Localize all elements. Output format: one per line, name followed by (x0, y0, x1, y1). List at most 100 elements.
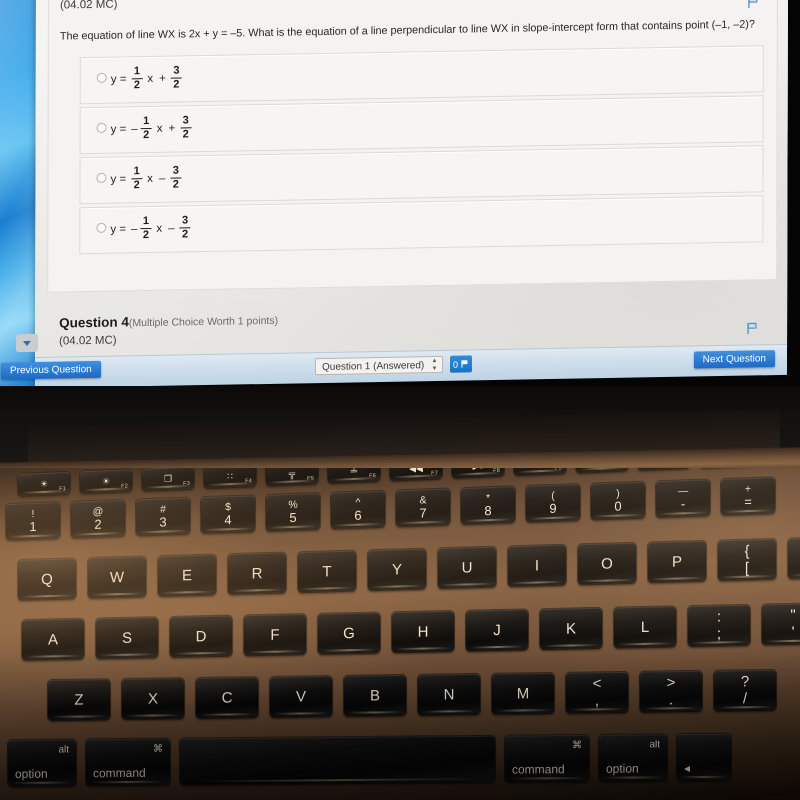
key-a[interactable]: A (22, 618, 84, 660)
answer-option-4[interactable]: y = –1 2 x –3 2 (79, 195, 764, 255)
key-f3[interactable]: ❐ F3 (142, 468, 194, 491)
key-f4[interactable]: ∷ F4 (204, 468, 256, 489)
key-f8[interactable]: ▶‖ F8 (452, 468, 504, 478)
fn-label: F6 (369, 472, 376, 480)
equation-variable: x (156, 222, 163, 235)
key-2[interactable]: @2 (71, 499, 125, 538)
previous-question-button[interactable]: Previous Question (0, 360, 101, 380)
key-f5[interactable]: ╦ F5 (266, 468, 318, 486)
answer-equation-2: y = –1 2 x +3 2 (111, 114, 194, 141)
key-z[interactable]: Z (48, 679, 110, 720)
key-s[interactable]: S (96, 617, 158, 659)
key-legend-bottom: J (493, 621, 501, 639)
key-l[interactable]: L (614, 606, 676, 648)
key-f1[interactable]: ☀ F1 (18, 471, 70, 496)
key-0[interactable]: ) 0 (591, 481, 645, 520)
answer-radio-4[interactable] (96, 222, 107, 233)
key-f[interactable]: F (244, 614, 306, 656)
key-command[interactable]: ⌘ command (505, 734, 589, 782)
fn-label: F5 (307, 475, 314, 482)
key-e[interactable]: E (158, 554, 216, 597)
key--[interactable]: <, (566, 671, 628, 713)
dock-collapse-handle[interactable] (16, 333, 38, 353)
question-4-code: (04.02 MC) (59, 334, 117, 348)
answer-equation-3: y = 1 2 x –3 2 (110, 165, 183, 191)
slope-fraction-denominator: 2 (142, 229, 149, 242)
fn-glyph-icon: ☀ (39, 478, 49, 489)
key-b[interactable]: B (344, 675, 406, 716)
key-9[interactable]: (9 (526, 483, 580, 522)
question-4-title: Question 4 (59, 314, 129, 331)
next-question-button[interactable]: Next Question (693, 350, 776, 369)
key--[interactable]: ◂ (677, 733, 731, 781)
flag-icon-question-4[interactable] (745, 321, 759, 335)
key-p[interactable]: P (648, 540, 706, 583)
key-legend-bottom: command (93, 765, 146, 781)
key-o[interactable]: O (578, 542, 636, 585)
key-n[interactable]: N (418, 673, 480, 715)
key-r[interactable]: R (228, 552, 286, 595)
slope-fraction-denominator: 2 (133, 79, 140, 92)
key-6[interactable]: ^ 6 (331, 490, 385, 529)
key-option[interactable]: alt option (599, 734, 667, 781)
question-select[interactable]: Question 1 (Answered) ▲ ▼ (314, 355, 444, 376)
key-c[interactable]: C (196, 677, 258, 718)
key-key[interactable] (180, 735, 495, 785)
key-legend-top: ! (31, 507, 35, 520)
flag-count-badge[interactable]: 0 (449, 355, 473, 373)
key-1[interactable]: ! 1 (6, 502, 60, 540)
stepper-arrows-icon[interactable]: ▲ ▼ (431, 358, 438, 372)
key-f10[interactable]: ◂F10 (576, 468, 628, 473)
key-m[interactable]: M (492, 672, 554, 714)
key-legend-top: alt (58, 744, 69, 756)
key-legend-bottom: - (680, 495, 686, 511)
answer-option-3[interactable]: y = 1 2 x –3 2 (79, 145, 764, 205)
answer-radio-1[interactable] (96, 72, 107, 83)
key-v[interactable]: V (270, 676, 332, 717)
key-j[interactable]: J (466, 609, 528, 651)
key-d[interactable]: D (170, 615, 232, 657)
key--[interactable]: ? / (714, 669, 776, 711)
key-f2[interactable]: ☀ F2 (80, 469, 132, 494)
key--[interactable]: }] (788, 536, 800, 579)
key-legend-top: ( (551, 489, 555, 502)
answer-radio-2[interactable] (96, 122, 107, 133)
answer-options-list: y = 1 2 x +3 2 y = –1 2 x +3 2 y = 1 2 x –3 2 y = –1 2 x –3 2 (79, 45, 764, 257)
key-legend-bottom: P (671, 552, 682, 571)
answer-radio-3[interactable] (96, 172, 107, 183)
key-i[interactable]: I (508, 544, 566, 587)
key-5[interactable]: % 5 (266, 493, 320, 531)
key-h[interactable]: H (392, 610, 454, 653)
key-y[interactable]: Y (368, 548, 426, 591)
key-option[interactable]: alt option (8, 739, 76, 786)
key-g[interactable]: G (318, 612, 380, 654)
key--[interactable]: — - (656, 479, 710, 518)
key-7[interactable]: & 7 (396, 488, 450, 527)
intercept-fraction-numerator: 3 (182, 214, 189, 227)
key-4[interactable]: $4 (201, 495, 255, 534)
key-legend-bottom: , (594, 692, 600, 710)
key-w[interactable]: W (88, 556, 146, 599)
key-legend-bottom: H (417, 622, 429, 641)
key--[interactable]: " ' (762, 603, 800, 645)
key-k[interactable]: K (540, 607, 602, 650)
answer-option-2[interactable]: y = –1 2 x +3 2 (79, 95, 764, 155)
key--[interactable]: >. (640, 670, 702, 712)
key--[interactable]: :; (688, 604, 750, 647)
key-legend-bottom: [ (744, 559, 750, 577)
key-3[interactable]: #3 (136, 497, 190, 536)
flag-icon[interactable] (746, 0, 760, 10)
key-command[interactable]: ⌘ command (86, 738, 170, 786)
key--[interactable]: {[ (718, 538, 776, 581)
key-q[interactable]: Q (18, 558, 76, 600)
key-f7[interactable]: ◀◀ F7 (390, 468, 442, 481)
key-8[interactable]: * 8 (461, 486, 515, 525)
fn-glyph-icon: ╧ (350, 468, 358, 476)
key-u[interactable]: U (438, 546, 496, 589)
key--[interactable]: + = (721, 477, 775, 516)
key-f11[interactable]: ◂)F11 (638, 468, 690, 471)
key-f6[interactable]: ╧ F6 (328, 468, 380, 484)
key-x[interactable]: X (122, 678, 184, 719)
key-f9[interactable]: ▶▶F9 (514, 468, 566, 476)
key-t[interactable]: T (298, 550, 356, 593)
